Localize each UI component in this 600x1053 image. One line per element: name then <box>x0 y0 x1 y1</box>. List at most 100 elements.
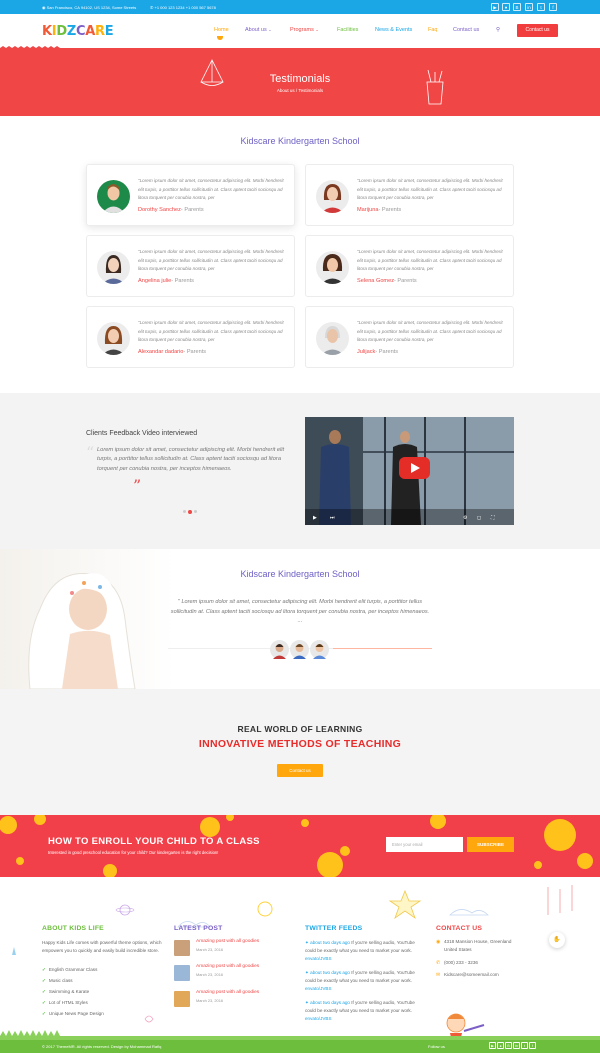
nav-facilities-label: Facilities <box>337 27 359 33</box>
post-title[interactable]: Amazing post with all goodies <box>196 939 259 944</box>
player-next-icon[interactable]: ⏭ <box>330 515 335 521</box>
bottom-bar: © 2017 ThemeMR. All rights reserved. Des… <box>0 1040 600 1053</box>
avatar[interactable] <box>290 640 309 659</box>
logo-letter: K <box>42 24 52 39</box>
nav-about[interactable]: About us ⌄ <box>245 27 272 33</box>
twitter-icon[interactable]: t <box>537 3 545 11</box>
carousel-dot[interactable] <box>183 510 186 513</box>
avatar <box>97 251 130 284</box>
footer: ABOUT KIDS LIFE Happy Kids Life comes wi… <box>0 877 600 1042</box>
avatar <box>316 322 349 355</box>
footer-about-title: ABOUT KIDS LIFE <box>42 925 104 932</box>
facebook-icon[interactable]: f <box>549 3 557 11</box>
player-fullscreen-icon[interactable]: ⛶ <box>491 515 495 521</box>
nav-home[interactable]: Home <box>214 27 229 33</box>
testimonial-card: "Lorem ipsum dolor sit amet, consectetur… <box>305 306 514 368</box>
breadcrumb: About us / Testimonials <box>276 88 324 93</box>
flickr-icon[interactable]: ● <box>502 3 510 11</box>
avatar <box>316 180 349 213</box>
avatar[interactable] <box>310 640 329 659</box>
latest-post[interactable]: Amazing post with all goodies March 23, … <box>174 939 284 961</box>
footer-latest-title: LATEST POST <box>174 925 223 932</box>
testimonial-author: Selena Gomez- Parents <box>357 278 417 284</box>
check-icon: ✓ <box>42 967 46 972</box>
testimonial-quote: "Lorem ipsum dolor sit amet, consectetur… <box>138 249 284 272</box>
linkedin-icon[interactable]: in <box>525 3 533 11</box>
carousel-dot[interactable] <box>194 510 197 513</box>
phone-icon: ✆ <box>436 960 441 966</box>
author-name: Dorothy Sanchez <box>138 207 181 213</box>
address-text: San Francisco, CA 94102, US 1234, Some S… <box>46 5 137 10</box>
video-section-title: Clients Feedback Video interviewed <box>86 430 198 437</box>
tweet-time[interactable]: about two days ago <box>310 1000 350 1005</box>
nav-programs[interactable]: Programs ⌄ <box>290 27 319 33</box>
check-icon: ✓ <box>42 978 46 983</box>
youtube-icon[interactable]: ▶ <box>491 3 499 11</box>
follow-label: Follow us <box>428 1044 445 1049</box>
author-role: - Parents <box>378 207 402 213</box>
author-role: - Parents <box>183 349 207 355</box>
facebook-icon[interactable]: f <box>529 1042 536 1049</box>
post-date: March 23, 2016 <box>196 998 224 1003</box>
testimonial-quote: "Lorem ipsum dolor sit amet, consectetur… <box>138 178 284 201</box>
player-play-icon[interactable]: ▶ <box>313 515 317 521</box>
footer-about-item: ✓ English Grammar Class <box>42 967 97 973</box>
item-label: Music class <box>48 978 73 983</box>
methods-section: REAL WORLD OF LEARNING INNOVATIVE METHOD… <box>0 689 600 815</box>
email-input[interactable]: Enter your email <box>386 837 463 852</box>
nav-faq-label: Faq <box>428 27 438 33</box>
tweet-link[interactable]: envato/JVBS <box>305 1016 332 1021</box>
subscribe-button[interactable]: SUBSCRIBE <box>467 837 514 852</box>
twitter-bird-icon: ✦ <box>305 940 309 945</box>
testimonial-quote: "Lorem ipsum dolor sit amet, consectetur… <box>357 320 503 343</box>
nav-facilities[interactable]: Facilities <box>337 27 358 33</box>
youtube-icon[interactable]: ▶ <box>489 1042 496 1049</box>
contact-email[interactable]: Kidscare@someemail.com <box>444 971 499 979</box>
behance-icon[interactable]: B <box>513 3 521 11</box>
nav-about-label: About us <box>245 27 267 33</box>
header-contact-button[interactable]: Contact us <box>517 24 558 37</box>
carousel-dot-active[interactable] <box>188 510 192 514</box>
methods-contact-button[interactable]: Contact us <box>277 764 323 777</box>
linkedin-icon[interactable]: in <box>513 1042 520 1049</box>
search-icon[interactable]: ⚲ <box>496 27 500 33</box>
video-player[interactable]: ▶ ⏭ ⚙ ◻ ⛶ <box>305 417 514 525</box>
latest-post[interactable]: Amazing post with all goodies March 23, … <box>174 964 284 986</box>
location-pin-icon: ◉ <box>436 939 441 945</box>
top-bar: ◉ San Francisco, CA 94102, US 1234, Some… <box>0 0 600 14</box>
avatar <box>97 322 130 355</box>
video-section: Clients Feedback Video interviewed “ Lor… <box>0 393 600 549</box>
logo-letter: A <box>85 24 95 39</box>
avatar[interactable] <box>270 640 289 659</box>
tweet: ✦ about two days ago If you're selling a… <box>305 999 417 1023</box>
methods-kicker: REAL WORLD OF LEARNING <box>237 724 363 734</box>
play-button[interactable] <box>399 457 430 479</box>
testimonial-author: Julijack- Parents <box>357 349 398 355</box>
tweet-time[interactable]: about two days ago <box>310 970 350 975</box>
player-settings-icon[interactable]: ⚙ <box>463 515 467 521</box>
nav-faq[interactable]: Faq <box>428 27 437 33</box>
author-name: Angelina julie <box>138 278 172 284</box>
nav-contact[interactable]: Contact us <box>453 27 479 33</box>
testimonial-card: "Lorem ipsum dolor sit amet, consectetur… <box>86 164 295 226</box>
post-title[interactable]: Amazing post with all goodies <box>196 964 259 969</box>
methods-title: INNOVATIVE METHODS OF TEACHING <box>198 738 402 750</box>
behance-icon[interactable]: B <box>505 1042 512 1049</box>
twitter-icon[interactable]: t <box>521 1042 528 1049</box>
tweet-link[interactable]: envato/JVBS <box>305 956 332 961</box>
player-volume-icon[interactable]: ◻ <box>477 515 481 521</box>
tweet-link[interactable]: envato/JVBS <box>305 986 332 991</box>
testimonials-title: Kidscare Kindergarten School <box>240 136 360 146</box>
post-title[interactable]: Amazing post with all goodies <box>196 990 259 995</box>
tweet-time[interactable]: about two days ago <box>310 940 350 945</box>
logo[interactable]: KIDZCARE <box>42 24 114 39</box>
flickr-icon[interactable]: ● <box>497 1042 504 1049</box>
author-role: - Parents <box>394 278 417 284</box>
latest-post[interactable]: Amazing post with all goodies March 23, … <box>174 990 284 1012</box>
hand-icon[interactable]: ✋ <box>549 932 565 948</box>
location-pin-icon: ◉ <box>42 5 46 10</box>
footer-about-item: ✓ Lot of HTML Styles <box>42 1000 88 1006</box>
nav-news[interactable]: News & Events <box>375 27 412 33</box>
footer-twitter-title: TWITTER FEEDS <box>305 925 363 932</box>
testimonial-author: Alexandar dadario- Parents <box>138 349 206 355</box>
